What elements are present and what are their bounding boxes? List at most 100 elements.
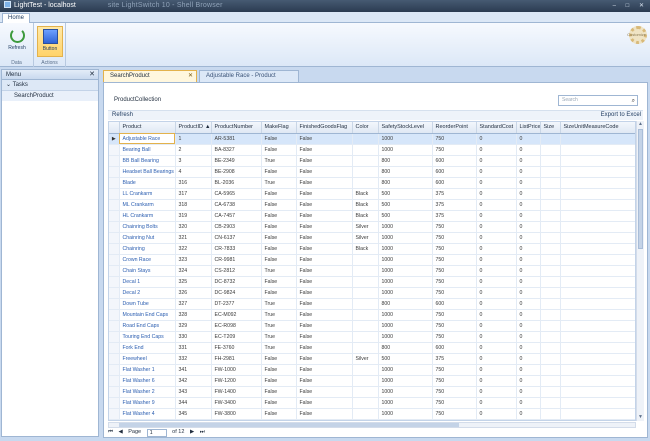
row-selector[interactable]	[109, 232, 120, 244]
cell-product[interactable]: ML Crankarm	[119, 199, 176, 211]
current-row-indicator-icon[interactable]: ▶	[109, 133, 120, 145]
scroll-thumb[interactable]	[638, 129, 643, 249]
table-row[interactable]: Flat Washer 1 341 FW-1000 False False 1000 750…	[109, 364, 635, 376]
table-row[interactable]: Chainring Nut 321 CN-6137 False False Silver 1…	[109, 232, 635, 244]
table-row[interactable]: Blade 316 BL-2036 True False 800 600 0 0	[109, 177, 635, 189]
vertical-scrollbar[interactable]: ▲ ▼	[636, 121, 644, 421]
prev-page-icon[interactable]: ◀	[118, 429, 122, 435]
column-header-size[interactable]: Size	[540, 122, 561, 134]
tab-searchproduct[interactable]: SearchProduct ✕	[103, 70, 197, 82]
close-button[interactable]: ✕	[639, 3, 644, 9]
row-selector[interactable]	[109, 254, 120, 266]
table-row[interactable]: Chain Stays 324 CS-2812 True False 1000 750 0 0	[109, 265, 635, 277]
cell-product[interactable]: Crown Race	[119, 254, 176, 266]
first-page-icon[interactable]: ⏮	[108, 429, 113, 435]
column-header-safetystocklevel[interactable]: SafetyStockLevel	[378, 122, 433, 134]
table-row[interactable]: ML Crankarm 318 CA-6738 False False Black 500 3…	[109, 199, 635, 211]
column-header-reorderpoint[interactable]: ReorderPoint	[432, 122, 477, 134]
table-row[interactable]: Freewheel 332 FH-2981 False False Silver 500 37…	[109, 353, 635, 365]
table-row[interactable]: Road End Caps 329 EC-R098 True False 1000 750 0…	[109, 320, 635, 332]
refresh-button[interactable]: Refresh	[4, 26, 30, 57]
row-selector[interactable]	[109, 386, 120, 398]
cell-product[interactable]: Flat Washer 6	[119, 375, 176, 387]
table-row[interactable]: Crown Race 323 CR-9981 False False 1000 750 0 0	[109, 254, 635, 266]
table-row[interactable]: Touring End Caps 330 EC-T209 True False 1000 7…	[109, 331, 635, 343]
column-header-listprice[interactable]: ListPrice	[516, 122, 541, 134]
row-selector[interactable]	[109, 375, 120, 387]
maximize-button[interactable]: □	[626, 3, 630, 9]
cell-product[interactable]: Headset Ball Bearings	[119, 166, 176, 178]
cell-product[interactable]: Chainring	[119, 243, 176, 255]
table-row[interactable]: Flat Washer 2 343 FW-1400 False False 1000 750…	[109, 386, 635, 398]
cell-product[interactable]: Chainring Bolts	[119, 221, 176, 233]
last-page-icon[interactable]: ⏭	[200, 429, 205, 435]
table-row[interactable]: LL Crankarm 317 CA-5965 False False Black 500 3…	[109, 188, 635, 200]
table-row[interactable]: Decal 2 326 DC-9824 False False 1000 750 0 0	[109, 287, 635, 299]
cell-product[interactable]: Blade	[119, 177, 176, 189]
table-row[interactable]: Mountain End Caps 328 EC-M092 True False 1000…	[109, 309, 635, 321]
scroll-up-icon[interactable]: ▲	[637, 121, 644, 128]
tasks-group[interactable]: ⌄ Tasks	[2, 80, 98, 91]
horizontal-scrollbar[interactable]	[108, 422, 636, 428]
page-number-input[interactable]: 1	[146, 429, 167, 437]
table-row[interactable]: Flat Washer 6 342 FW-1200 False False 1000 750…	[109, 375, 635, 387]
cell-product[interactable]: Chainring Nut	[119, 232, 176, 244]
row-selector[interactable]	[109, 177, 120, 189]
cell-product[interactable]: Flat Washer 4	[119, 408, 176, 420]
table-row[interactable]: Chainring 322 CR-7833 False False Black 1000 75…	[109, 243, 635, 255]
cell-product[interactable]: Chain Stays	[119, 265, 176, 277]
column-header-finishedgoodsflag[interactable]: FinishedGoodsFlag	[296, 122, 353, 134]
cell-product[interactable]: Bearing Ball	[119, 144, 176, 156]
cell-product[interactable]: Mountain End Caps	[119, 309, 176, 321]
cell-product[interactable]: Touring End Caps	[119, 331, 176, 343]
cell-product[interactable]: Flat Washer 2	[119, 386, 176, 398]
cell-product[interactable]: Decal 2	[119, 287, 176, 299]
column-header-productid[interactable]: ProductID ▲	[175, 122, 212, 134]
row-selector[interactable]	[109, 309, 120, 321]
cell-product[interactable]: Freewheel	[119, 353, 176, 365]
cell-product[interactable]: LL Crankarm	[119, 188, 176, 200]
row-selector[interactable]	[109, 243, 120, 255]
row-selector[interactable]	[109, 331, 120, 343]
customize-label[interactable]: Customize	[627, 32, 646, 37]
custom-button[interactable]: Button	[37, 26, 63, 57]
table-row[interactable]: Chainring Bolts 320 CB-2903 False False Silve…	[109, 221, 635, 233]
tab-adjustable-race-product[interactable]: Adjustable Race - Product	[199, 70, 299, 82]
row-selector[interactable]	[109, 210, 120, 222]
cell-product[interactable]: Fork End	[119, 342, 176, 354]
column-header-sizeunitmeasurecode[interactable]: SizeUnitMeasureCode	[560, 122, 635, 134]
row-selector[interactable]	[109, 287, 120, 299]
close-tab-icon[interactable]: ✕	[188, 71, 193, 82]
cell-product[interactable]: Down Tube	[119, 298, 176, 310]
row-selector[interactable]	[109, 397, 120, 409]
row-selector[interactable]	[109, 166, 120, 178]
column-header-product[interactable]: Product	[119, 122, 176, 134]
column-header-color[interactable]: Color	[352, 122, 379, 134]
row-selector[interactable]	[109, 265, 120, 277]
cell-product[interactable]: Flat Washer 1	[119, 364, 176, 376]
export-to-excel-button[interactable]: Export to Excel	[601, 112, 641, 118]
table-row[interactable]: BB Ball Bearing 3 BE-2349 True False 800 600 0 0	[109, 155, 635, 167]
tab-home[interactable]: Home	[2, 13, 31, 23]
table-row[interactable]: Down Tube 327 DT-2377 True False 800 600 0 0	[109, 298, 635, 310]
table-row[interactable]: Headset Ball Bearings 4 BE-2908 False False 8…	[109, 166, 635, 178]
cell-product[interactable]: HL Crankarm	[119, 210, 176, 222]
cell-product[interactable]: BB Ball Bearing	[119, 155, 176, 167]
table-row[interactable]: Decal 1 325 DC-8732 False False 1000 750 0 0	[109, 276, 635, 288]
column-header-standardcost[interactable]: StandardCost	[476, 122, 517, 134]
table-row[interactable]: Flat Washer 4 345 FW-3800 False False 1000 750…	[109, 408, 635, 420]
table-row[interactable]: Fork End 331 FE-3760 True False 800 600 0 0	[109, 342, 635, 354]
row-selector[interactable]	[109, 144, 120, 156]
menu-item-searchproduct[interactable]: SearchProduct	[2, 91, 98, 101]
table-row[interactable]: ▶ Adjustable Race 1 AR-5381 False False 1000 75…	[109, 133, 635, 145]
table-row[interactable]: Flat Washer 9 344 FW-3400 False False 1000 750…	[109, 397, 635, 409]
collapse-arrow-icon[interactable]: ⌄	[6, 82, 11, 88]
column-header-makeflag[interactable]: MakeFlag	[261, 122, 297, 134]
column-header-productnumber[interactable]: ProductNumber	[211, 122, 262, 134]
row-selector[interactable]	[109, 298, 120, 310]
h-scroll-thumb[interactable]	[119, 423, 459, 427]
row-selector[interactable]	[109, 221, 120, 233]
row-selector[interactable]	[109, 276, 120, 288]
cell-product[interactable]: Adjustable Race	[119, 133, 176, 145]
close-icon[interactable]: ✕	[89, 70, 95, 80]
